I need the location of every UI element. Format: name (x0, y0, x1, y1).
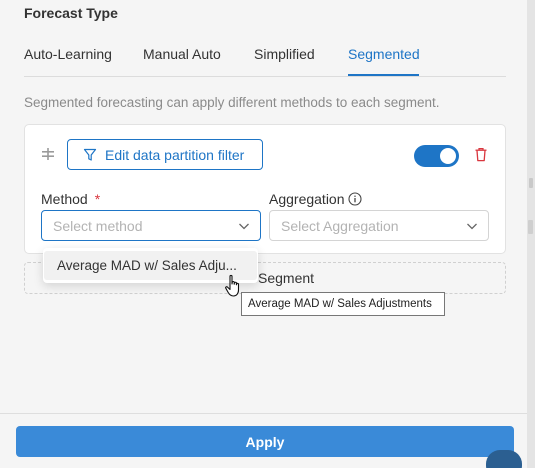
toggle-knob (440, 148, 456, 164)
method-select[interactable]: Select method (41, 210, 261, 241)
forecast-type-tabs: Auto-Learning Manual Auto Simplified Seg… (24, 40, 506, 77)
background-mark (529, 178, 533, 188)
add-segment-label: Segment (258, 270, 315, 286)
aggregation-select-placeholder: Select Aggregation (281, 217, 399, 234)
drag-handle-icon[interactable] (42, 148, 54, 160)
info-icon[interactable] (347, 192, 362, 206)
filter-button-label: Edit data partition filter (105, 146, 245, 163)
method-label-text: Method (41, 191, 88, 207)
aggregation-label-text: Aggregation (269, 191, 345, 207)
tab-manual-auto[interactable]: Manual Auto (143, 46, 221, 62)
tab-auto-learning[interactable]: Auto-Learning (24, 46, 112, 62)
tab-simplified[interactable]: Simplified (254, 46, 315, 62)
method-label: Method * (41, 191, 100, 207)
segment-enabled-toggle[interactable] (414, 145, 459, 167)
chevron-down-icon (467, 223, 477, 230)
active-tab-indicator (348, 74, 419, 76)
tab-segmented[interactable]: Segmented (348, 46, 420, 62)
required-asterisk: * (94, 191, 101, 207)
filter-icon (83, 148, 97, 161)
aggregation-label: Aggregation (269, 191, 362, 207)
footer-bar: Apply (0, 413, 527, 468)
aggregation-select[interactable]: Select Aggregation (269, 210, 489, 241)
section-title: Forecast Type (24, 5, 118, 21)
background-page-edge (527, 0, 535, 468)
forecast-type-panel: Forecast Type Auto-Learning Manual Auto … (0, 0, 527, 468)
trash-icon[interactable] (474, 147, 488, 162)
corner-help-bubble[interactable] (486, 450, 522, 468)
segment-card: Edit data partition filter Method * Sele… (24, 124, 506, 254)
apply-button[interactable]: Apply (16, 426, 514, 457)
method-select-placeholder: Select method (53, 217, 143, 234)
edit-partition-filter-button[interactable]: Edit data partition filter (67, 139, 263, 170)
segmented-description: Segmented forecasting can apply differen… (24, 95, 440, 110)
chevron-down-icon (239, 223, 249, 230)
background-mark (528, 220, 533, 234)
method-tooltip: Average MAD w/ Sales Adjustments (241, 292, 445, 316)
